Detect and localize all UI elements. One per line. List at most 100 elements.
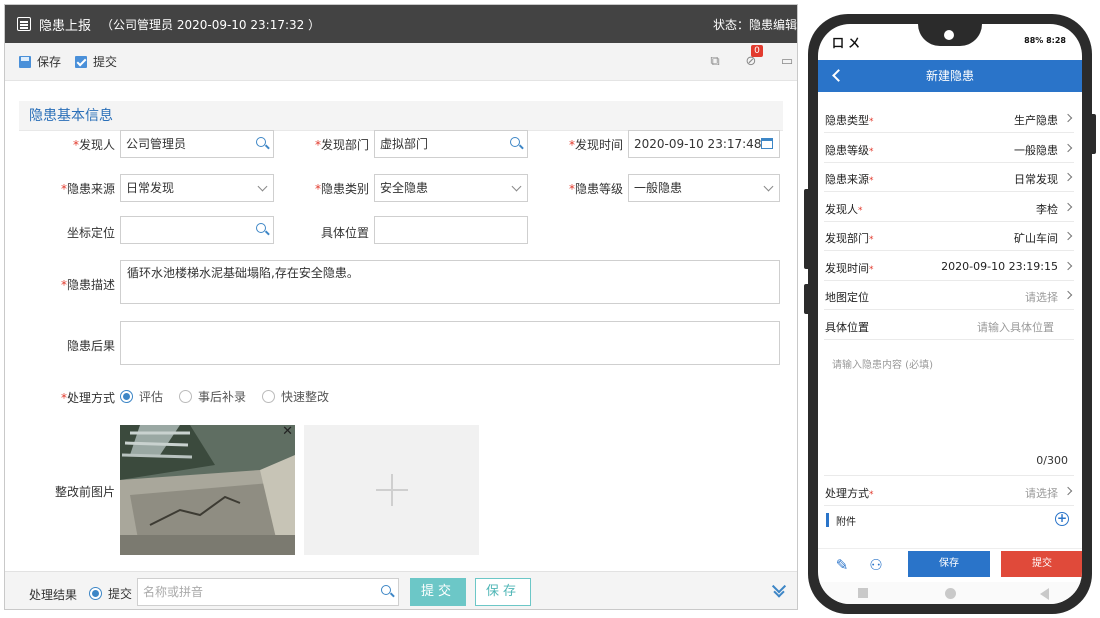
- handling-option-quick[interactable]: 快速整改: [262, 388, 329, 405]
- chevron-down-icon: [511, 181, 522, 192]
- chevron-right-icon: [1063, 143, 1073, 152]
- finder-label: *发现人: [72, 138, 115, 152]
- mobile-row-label: 发现人*: [825, 202, 863, 216]
- source-select[interactable]: 日常发现: [120, 174, 274, 202]
- handling-row-label: 处理方式: [825, 487, 869, 500]
- chevron-down-icon: [763, 181, 774, 192]
- category-select[interactable]: 安全隐患: [374, 174, 528, 202]
- search-icon[interactable]: [256, 137, 266, 147]
- mobile-row[interactable]: 地图定位 请选择: [824, 281, 1074, 310]
- mobile-row[interactable]: 发现时间* 2020-09-10 23:19:15: [824, 252, 1074, 281]
- org-chart-icon[interactable]: ⧉: [707, 54, 723, 70]
- mobile-row-value: 矿山车间: [1014, 232, 1058, 245]
- chevron-right-icon: [1063, 290, 1073, 300]
- toolbar: 保存 提交 ⧉ ⊘ 0 ▭: [5, 43, 797, 81]
- dept-field[interactable]: 虚拟部门: [374, 130, 528, 158]
- mobile-row-value: 生产隐患: [1014, 114, 1058, 127]
- status-text: 状态：隐患编辑: [712, 17, 797, 32]
- chevron-right-icon: [1063, 172, 1073, 182]
- attachment-row: 附件 +: [824, 506, 1074, 534]
- mobile-row[interactable]: 隐患类型* 生产隐患: [824, 104, 1074, 133]
- expand-icon[interactable]: [773, 586, 785, 598]
- mobile-row-value: 李检: [1036, 202, 1058, 216]
- mobile-row-label: 发现部门*: [825, 232, 874, 245]
- handling-label: *处理方式: [60, 391, 115, 405]
- nav-title: 新建隐患: [925, 69, 974, 83]
- mobile-submit-button[interactable]: 提交: [1001, 551, 1082, 577]
- content-textarea[interactable]: 请输入隐患内容 (必填) 0/300: [824, 354, 1074, 476]
- mobile-row-value: 日常发现: [1014, 173, 1058, 186]
- window-title: 隐患上报: [39, 18, 92, 34]
- consequence-label: 隐患后果: [66, 339, 115, 353]
- side-button: [1090, 114, 1096, 154]
- window-subtitle: （公司管理员 2020-09-10 23:17:32 ）: [101, 17, 321, 32]
- form-area: 隐患基本信息: [19, 101, 783, 131]
- coord-field[interactable]: [120, 216, 274, 244]
- coord-label: 坐标定位: [66, 226, 115, 240]
- mobile-row-label: 隐患等级*: [825, 143, 874, 157]
- mobile-row[interactable]: 发现人* 李检: [824, 193, 1074, 222]
- photo-thumbnail[interactable]: ✕: [120, 425, 295, 555]
- mobile-save-button[interactable]: 保存: [908, 551, 990, 577]
- attachment-icon[interactable]: ⊘ 0: [743, 45, 763, 70]
- add-photo-button[interactable]: [304, 425, 479, 555]
- attachment-label: 附件: [836, 517, 856, 528]
- search-icon[interactable]: [381, 585, 391, 595]
- result-radio[interactable]: 提交: [89, 585, 132, 602]
- mobile-row[interactable]: 隐患等级* 一般隐患: [824, 134, 1074, 163]
- recent-apps-icon[interactable]: [858, 588, 868, 598]
- mobile-row-value: 请选择: [1025, 291, 1058, 304]
- back-nav-icon[interactable]: [1040, 588, 1049, 600]
- radio-checked-icon[interactable]: [120, 390, 133, 403]
- result-option-label: 提交: [108, 587, 133, 601]
- back-icon[interactable]: [832, 69, 845, 82]
- handling-radio-group: 评估 事后补录 快速整改: [120, 388, 345, 405]
- radio-checked-icon[interactable]: [89, 587, 102, 600]
- search-icon[interactable]: [510, 137, 520, 147]
- photos-label: 整改前图片: [54, 485, 115, 499]
- location-input[interactable]: [374, 216, 528, 244]
- chevron-right-icon: [1063, 486, 1073, 496]
- submit-button[interactable]: 提交: [410, 578, 466, 606]
- source-label: *隐患来源: [60, 182, 115, 196]
- submit-label: 提交: [93, 55, 118, 69]
- recipient-search-input[interactable]: 名称或拼音: [137, 578, 399, 606]
- comment-icon[interactable]: ▭: [779, 54, 795, 70]
- status-bar: 口 ㄨ 88% 8:28: [818, 24, 1082, 60]
- add-attachment-icon[interactable]: +: [1055, 512, 1069, 526]
- finder-field[interactable]: 公司管理员: [120, 130, 274, 158]
- title-bar: 隐患上报 （公司管理员 2020-09-10 23:17:32 ） 状态：隐患编…: [5, 5, 797, 43]
- search-icon[interactable]: [256, 223, 266, 233]
- radio-icon[interactable]: [262, 390, 276, 403]
- edit-icon[interactable]: ✎: [834, 557, 850, 573]
- bottom-bar: 处理结果 提交 名称或拼音 提交 保存: [5, 571, 797, 609]
- handling-row-value: 请选择: [1025, 487, 1058, 500]
- time-label: *发现时间: [568, 138, 623, 152]
- mobile-row-label: 发现时间*: [825, 261, 874, 275]
- status-right: 88% 8:28: [1024, 36, 1066, 45]
- home-icon[interactable]: [945, 588, 956, 599]
- toolbar-right: ⧉ ⊘ 0 ▭: [707, 43, 797, 81]
- mobile-row[interactable]: 发现部门* 矿山车间: [824, 222, 1074, 251]
- nav-bar: 新建隐患: [818, 60, 1082, 92]
- mobile-row[interactable]: 具体位置 请输入具体位置: [824, 311, 1074, 340]
- calendar-icon[interactable]: [761, 138, 773, 149]
- handling-option-post[interactable]: 事后补录: [179, 388, 246, 405]
- radio-icon[interactable]: [179, 390, 193, 403]
- desc-textarea[interactable]: 循环水池楼梯水泥基础塌陷,存在安全隐患。: [120, 260, 780, 304]
- side-button: [804, 284, 810, 314]
- save-button[interactable]: 保存: [475, 578, 531, 606]
- mobile-row[interactable]: 隐患来源* 日常发现: [824, 163, 1074, 192]
- close-icon[interactable]: ✕: [282, 425, 293, 438]
- submit-button[interactable]: 提交: [75, 53, 117, 70]
- save-button[interactable]: 保存: [19, 53, 61, 70]
- level-select[interactable]: 一般隐患: [628, 174, 780, 202]
- handling-row[interactable]: 处理方式* 请选择: [824, 477, 1074, 506]
- consequence-textarea[interactable]: [120, 321, 780, 365]
- time-field[interactable]: 2020-09-10 23:17:48: [628, 130, 780, 158]
- mobile-action-bar: ✎ ⚇ 保存 提交: [818, 548, 1082, 584]
- handling-option-assess[interactable]: 评估: [120, 388, 163, 405]
- result-label: 处理结果: [29, 588, 78, 602]
- add-user-icon[interactable]: ⚇: [868, 557, 884, 573]
- level-label: *隐患等级: [568, 182, 623, 196]
